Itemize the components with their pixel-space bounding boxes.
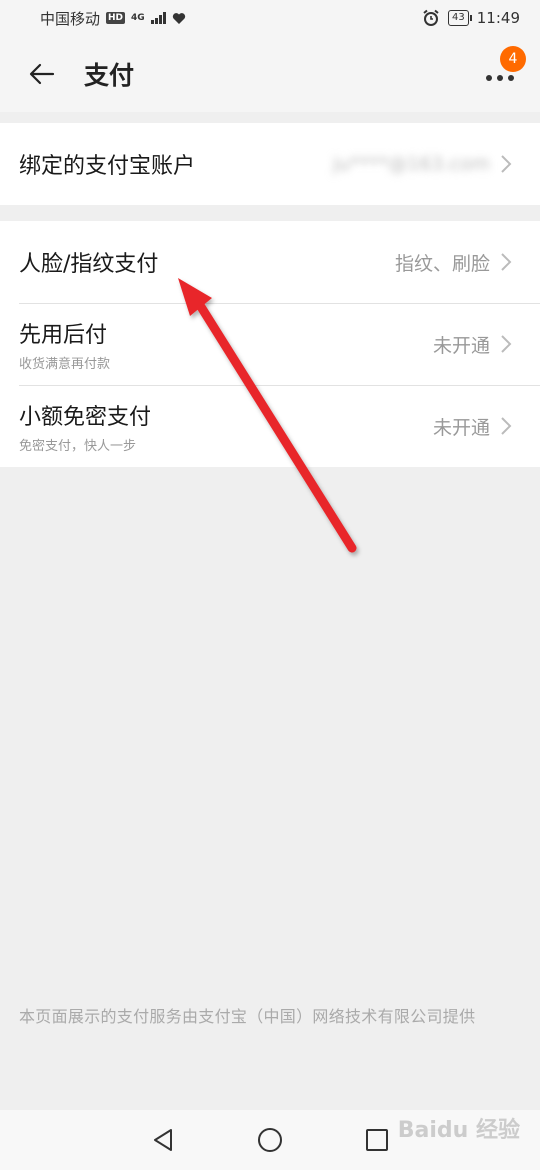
row-pay-later[interactable]: 先用后付 收货满意再付款 未开通 [0, 303, 540, 385]
nav-recent-button[interactable] [357, 1120, 397, 1160]
footer-note: 本页面展示的支付服务由支付宝（中国）网络技术有限公司提供 [19, 1007, 476, 1026]
watermark-logo: Baidu 经验 [397, 1118, 520, 1143]
row-text: 绑定的支付宝账户 [19, 148, 333, 180]
signal-icon [150, 12, 166, 24]
page-title: 支付 [84, 61, 135, 90]
chevron-right-icon [501, 335, 512, 353]
triangle-back-icon [154, 1129, 173, 1151]
row-value-account: ju****@163.com [332, 153, 490, 175]
arrow-left-icon [29, 63, 55, 85]
clock: 11:49 [476, 9, 520, 27]
alarm-icon [423, 9, 439, 26]
status-bar: 中国移动 HD 4G 43 11:49 [0, 0, 540, 36]
status-left: 中国移动 HD 4G [40, 8, 422, 29]
section-alipay-account: 绑定的支付宝账户 ju****@163.com [0, 123, 540, 205]
row-text: 小额免密支付 免密支付，快人一步 [19, 399, 433, 454]
row-subtitle: 收货满意再付款 [19, 356, 111, 372]
row-value: 未开通 [432, 416, 490, 439]
more-button[interactable]: 4 [480, 46, 526, 94]
notification-badge: 4 [500, 46, 526, 72]
row-bound-alipay-account[interactable]: 绑定的支付宝账户 ju****@163.com [0, 123, 540, 205]
row-value: 指纹、刷脸 [394, 252, 490, 275]
back-button[interactable] [12, 44, 72, 104]
app-header: 支付 4 [0, 36, 540, 112]
chevron-right-icon [501, 155, 512, 173]
chevron-right-icon [501, 417, 512, 435]
row-title: 小额免密支付 [19, 404, 152, 430]
row-subtitle: 免密支付，快人一步 [19, 438, 137, 454]
carrier-name: 中国移动 [40, 9, 101, 28]
heart-icon [172, 12, 185, 24]
hd-icon: HD [106, 12, 126, 24]
more-dots-icon [486, 75, 514, 81]
network-type: 4G [131, 13, 145, 23]
row-title: 人脸/指纹支付 [19, 252, 159, 277]
row-password-free-pay[interactable]: 小额免密支付 免密支付，快人一步 未开通 [0, 385, 540, 467]
chevron-right-icon [501, 253, 512, 271]
row-title: 先用后付 [19, 322, 108, 348]
row-face-fingerprint-pay[interactable]: 人脸/指纹支付 指纹、刷脸 [0, 221, 540, 303]
nav-back-button[interactable] [143, 1120, 183, 1160]
circle-home-icon [257, 1128, 282, 1152]
nav-home-button[interactable] [250, 1120, 290, 1160]
section-payment-options: 人脸/指纹支付 指纹、刷脸 先用后付 收货满意再付款 未开通 小额免密支付 免密… [0, 221, 540, 467]
row-value: 未开通 [432, 334, 490, 357]
row-title: 绑定的支付宝账户 [19, 154, 196, 179]
status-right: 43 11:49 [422, 9, 520, 27]
row-text: 人脸/指纹支付 [19, 246, 395, 278]
row-text: 先用后付 收货满意再付款 [19, 317, 433, 372]
battery-icon: 43 [448, 10, 472, 26]
square-recent-icon [365, 1129, 388, 1151]
